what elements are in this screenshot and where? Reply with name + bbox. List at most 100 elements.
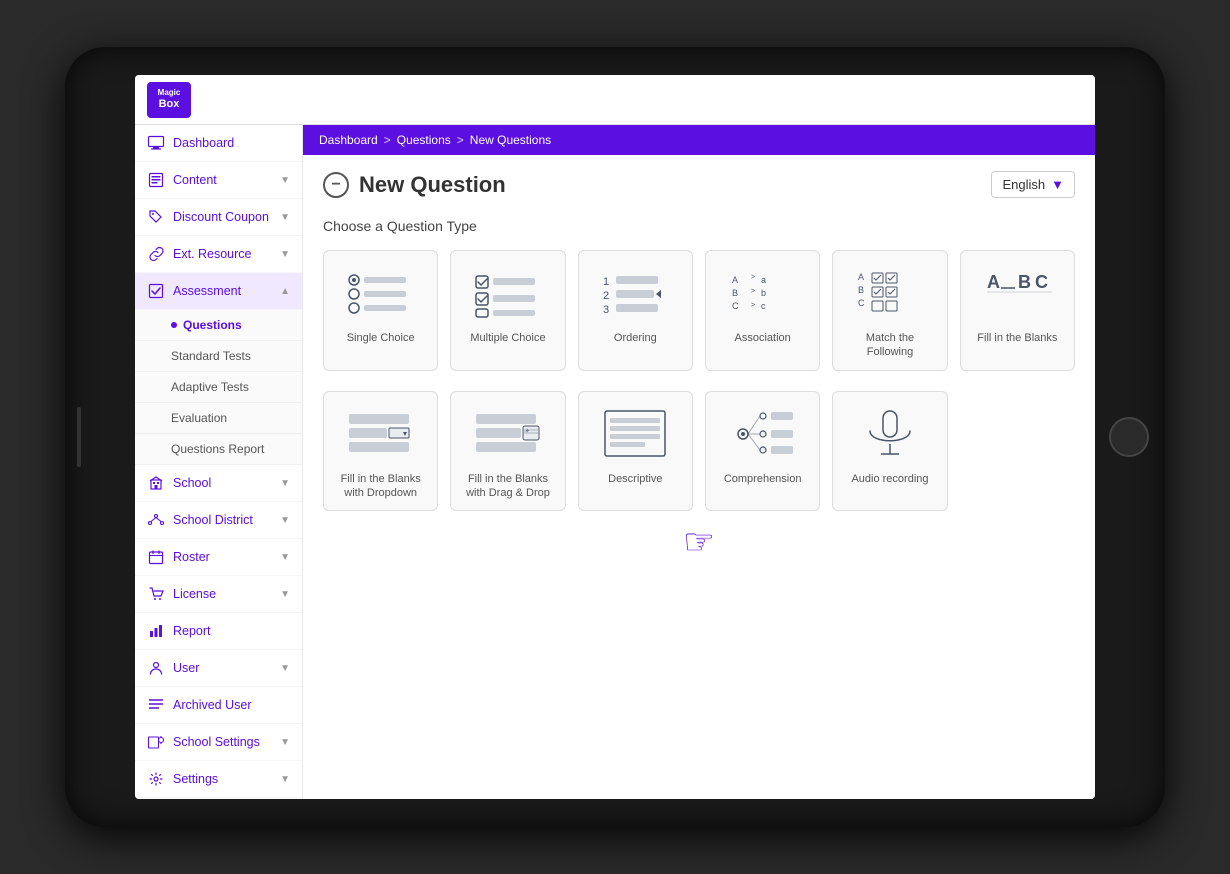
sidebar: Dashboard Content ▼	[135, 125, 303, 799]
submenu-item-adaptive-tests[interactable]: Adaptive Tests	[135, 372, 302, 403]
sidebar-item-roster[interactable]: Roster ▼	[135, 539, 302, 576]
sidebar-item-archived-user[interactable]: Archived User	[135, 687, 302, 724]
language-label: English	[1002, 177, 1045, 192]
single-choice-icon	[345, 263, 417, 323]
svg-text:C: C	[1035, 272, 1048, 292]
svg-text:B: B	[732, 288, 738, 298]
sidebar-item-content[interactable]: Content ▼	[135, 162, 302, 199]
fill-blanks-label: Fill in the Blanks	[977, 331, 1057, 345]
submenu-label-standard-tests: Standard Tests	[171, 349, 251, 363]
question-card-multiple-choice[interactable]: Multiple Choice	[450, 250, 565, 371]
main-layout: Dashboard Content ▼	[135, 125, 1095, 799]
submenu-label-evaluation: Evaluation	[171, 411, 227, 425]
sidebar-item-school-settings[interactable]: School Settings ▼	[135, 724, 302, 761]
svg-text:a: a	[761, 275, 766, 285]
question-card-descriptive[interactable]: Descriptive	[578, 391, 693, 512]
logo-line1: Magic	[158, 88, 181, 98]
school-settings-arrow-icon: ▼	[280, 737, 290, 748]
gear-school-icon	[147, 733, 165, 751]
sidebar-item-assessment[interactable]: Assessment ▲	[135, 273, 302, 310]
association-icon: A B C > > > a b c	[727, 263, 799, 323]
svg-text:B: B	[1018, 272, 1031, 292]
sidebar-label-discount: Discount Coupon	[173, 210, 272, 224]
sidebar-label-school-settings: School Settings	[173, 735, 272, 749]
submenu-label-questions: Questions	[183, 318, 242, 332]
page-title: New Question	[359, 172, 506, 198]
question-grid-row2: Fill in the Blanks with Dropdown	[323, 391, 1075, 512]
comprehension-label: Comprehension	[724, 472, 802, 486]
school-district-arrow-icon: ▼	[280, 515, 290, 526]
tablet-screen: Magic Box Dashboard	[135, 75, 1095, 799]
fill-blanks-drag-label: Fill in the Blanks with Drag & Drop	[459, 472, 556, 501]
ordering-label: Ordering	[614, 331, 657, 345]
svg-text:>: >	[751, 288, 755, 295]
sidebar-item-user[interactable]: User ▼	[135, 650, 302, 687]
breadcrumb-sep-1: >	[384, 133, 391, 147]
content-arrow-icon: ▼	[280, 175, 290, 186]
roster-arrow-icon: ▼	[280, 552, 290, 563]
breadcrumb-sep-2: >	[457, 133, 464, 147]
logo: Magic Box	[147, 82, 191, 118]
district-icon	[147, 511, 165, 529]
calendar-icon	[147, 548, 165, 566]
submenu-item-evaluation[interactable]: Evaluation	[135, 403, 302, 434]
settings-arrow-icon: ▼	[280, 774, 290, 785]
svg-text:A: A	[732, 275, 738, 285]
top-bar: Magic Box	[135, 75, 1095, 125]
question-card-association[interactable]: A B C > > > a b c	[705, 250, 820, 371]
cursor-hand-icon: ☞	[683, 521, 715, 563]
assessment-arrow-icon: ▲	[280, 286, 290, 297]
ext-resource-arrow-icon: ▼	[280, 249, 290, 260]
minus-icon: −	[323, 172, 349, 198]
gear-icon	[147, 770, 165, 788]
sidebar-item-ext-resource[interactable]: Ext. Resource ▼	[135, 236, 302, 273]
question-card-fill-blanks-dropdown[interactable]: Fill in the Blanks with Dropdown	[323, 391, 438, 512]
question-card-single-choice[interactable]: Single Choice	[323, 250, 438, 371]
breadcrumb-item-dashboard[interactable]: Dashboard	[319, 133, 378, 147]
sidebar-item-dashboard[interactable]: Dashboard	[135, 125, 302, 162]
sidebar-item-report[interactable]: Report	[135, 613, 302, 650]
submenu-item-questions-report[interactable]: Questions Report	[135, 434, 302, 465]
multiple-choice-icon	[472, 263, 544, 323]
audio-recording-label: Audio recording	[851, 472, 928, 486]
sidebar-item-school[interactable]: School ▼	[135, 465, 302, 502]
svg-text:c: c	[761, 301, 766, 311]
sidebar-item-settings[interactable]: Settings ▼	[135, 761, 302, 798]
match-following-icon: A B C	[854, 263, 926, 323]
question-card-match-following[interactable]: A B C	[832, 250, 947, 371]
language-arrow-icon: ▼	[1051, 177, 1064, 192]
logo-line2: Box	[159, 98, 180, 111]
sidebar-item-school-district[interactable]: School District ▼	[135, 502, 302, 539]
sidebar-label-dashboard: Dashboard	[173, 136, 290, 150]
monitor-icon	[147, 134, 165, 152]
submenu-label-questions-report: Questions Report	[171, 442, 264, 456]
sidebar-label-content: Content	[173, 173, 272, 187]
question-type-grid: Single Choice	[323, 250, 1075, 371]
sidebar-item-license[interactable]: License ▼	[135, 576, 302, 613]
question-card-ordering[interactable]: 1 2 3 Ordering	[578, 250, 693, 371]
svg-text:C: C	[858, 298, 865, 308]
link-icon	[147, 245, 165, 263]
submenu-item-standard-tests[interactable]: Standard Tests	[135, 341, 302, 372]
user-arrow-icon: ▼	[280, 663, 290, 674]
sidebar-label-settings: Settings	[173, 772, 272, 786]
main-content: Dashboard > Questions > New Questions − …	[303, 125, 1095, 799]
svg-text:1: 1	[603, 276, 609, 288]
question-card-audio-recording[interactable]: Audio recording	[832, 391, 947, 512]
question-card-comprehension[interactable]: Comprehension	[705, 391, 820, 512]
sidebar-item-discount[interactable]: Discount Coupon ▼	[135, 199, 302, 236]
question-card-fill-blanks[interactable]: A B C Fill in the Blanks	[960, 250, 1075, 371]
language-select[interactable]: English ▼	[991, 171, 1075, 198]
sidebar-label-school: School	[173, 476, 272, 490]
comprehension-icon	[727, 404, 799, 464]
descriptive-icon	[599, 404, 671, 464]
sidebar-label-ext-resource: Ext. Resource	[173, 247, 272, 261]
svg-text:b: b	[761, 288, 766, 298]
submenu-item-questions[interactable]: Questions	[135, 310, 302, 341]
question-card-fill-blanks-drag[interactable]: Fill in the Blanks with Drag & Drop	[450, 391, 565, 512]
fill-blanks-dropdown-icon	[345, 404, 417, 464]
discount-arrow-icon: ▼	[280, 212, 290, 223]
fill-blanks-drag-icon	[472, 404, 544, 464]
sidebar-label-report: Report	[173, 624, 290, 638]
breadcrumb-item-questions[interactable]: Questions	[397, 133, 451, 147]
